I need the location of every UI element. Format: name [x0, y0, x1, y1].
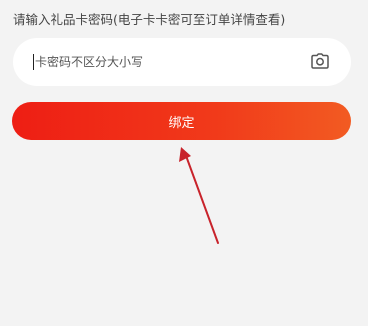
- annotation-arrow-shaft: [184, 152, 219, 244]
- annotation-arrow-head: [179, 147, 191, 162]
- annotation-arrow: [179, 147, 219, 244]
